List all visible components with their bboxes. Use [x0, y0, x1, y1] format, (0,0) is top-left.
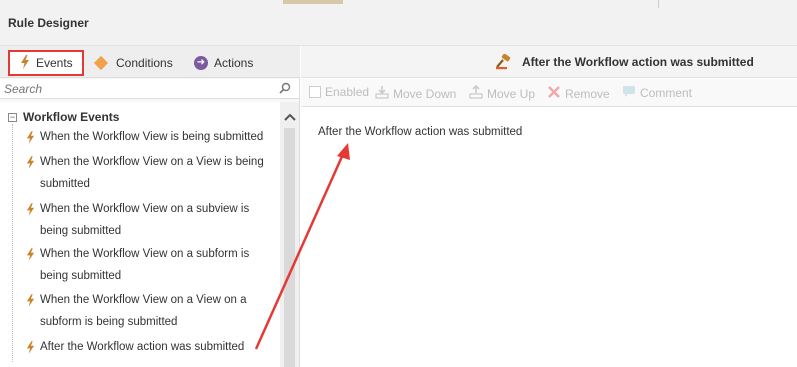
rule-title: After the Workflow action was submitted	[522, 55, 754, 69]
lightning-icon	[26, 151, 40, 195]
move-up-button[interactable]: Move Up	[469, 84, 536, 102]
scrollbar-thumb[interactable]	[284, 128, 295, 367]
title-bar-divider	[658, 0, 659, 8]
move-down-button[interactable]: Move Down	[375, 85, 456, 102]
events-tree: − Workflow Events When the Workflow View…	[0, 102, 280, 367]
lightning-icon	[26, 243, 40, 287]
tree-guide-line	[12, 124, 13, 362]
tree-group-label: Workflow Events	[23, 110, 120, 124]
search-icon[interactable]	[279, 82, 291, 94]
right-pane: After the Workflow action was submitted …	[301, 46, 797, 367]
arrow-circle-icon: ➜	[194, 56, 208, 70]
tab-events-label: Events	[36, 56, 73, 70]
lightning-icon	[26, 126, 40, 152]
lightning-icon	[20, 54, 30, 72]
tree-item-line2: being submitted	[40, 225, 122, 237]
tree-item-line2: being submitted	[40, 270, 122, 282]
tree-item-line1: When the Workflow View on a View on a	[40, 294, 247, 306]
tree-item-line1: When the Workflow View on a View is bein…	[40, 156, 264, 168]
tab-actions[interactable]: ➜ Actions	[194, 50, 253, 76]
search-input[interactable]	[4, 81, 274, 97]
comment-label: Comment	[640, 86, 693, 100]
move-down-icon	[375, 85, 389, 102]
tree-item-line2: subform is being submitted	[40, 316, 178, 328]
tree-item-label: When the Workflow View is being submitte…	[40, 131, 264, 143]
remove-label: Remove	[565, 86, 610, 101]
rule-header: After the Workflow action was submitted	[301, 46, 797, 78]
tree-group-workflow-events[interactable]: − Workflow Events	[8, 110, 119, 124]
lightning-icon	[26, 289, 40, 333]
tree-item-label: When the Workflow View on a View on a su…	[40, 289, 246, 333]
window-title: Rule Designer	[8, 16, 89, 30]
tree-scrollbar[interactable]	[280, 102, 299, 367]
gavel-icon	[495, 53, 513, 73]
tree-item-label: When the Workflow View on a View is bein…	[40, 151, 264, 195]
diamond-icon	[93, 55, 109, 71]
tree-item-line1: When the Workflow View on a subview is	[40, 203, 250, 215]
rule-toolbar: Enabled Move Down Move Up Remove Comment	[301, 79, 797, 107]
tree-item[interactable]: When the Workflow View on a subview is b…	[26, 198, 271, 242]
remove-icon	[547, 85, 561, 102]
chevron-up-icon[interactable]	[284, 110, 296, 124]
move-up-label: Move Up	[487, 86, 536, 101]
tree-item-label: After the Workflow action was submitted	[40, 341, 245, 353]
checkbox-box[interactable]	[309, 86, 321, 98]
tab-conditions[interactable]: Conditions	[93, 50, 173, 76]
tree-item-selected[interactable]: After the Workflow action was submitted	[26, 336, 271, 362]
tab-actions-label: Actions	[214, 56, 254, 70]
enabled-label: Enabled	[325, 85, 370, 99]
rule-content-text[interactable]: After the Workflow action was submitted	[318, 126, 522, 138]
search-bar	[0, 79, 299, 99]
tab-events[interactable]: Events	[8, 50, 84, 76]
lightning-icon	[26, 198, 40, 242]
tree-item[interactable]: When the Workflow View on a View is bein…	[26, 151, 271, 195]
tree-item[interactable]: When the Workflow View on a View on a su…	[26, 289, 271, 333]
lightning-icon	[26, 336, 40, 362]
tree-item-line2: submitted	[40, 178, 90, 190]
tree-item-line1: When the Workflow View on a subform is	[40, 248, 250, 260]
tree-item-label: When the Workflow View on a subform is b…	[40, 243, 249, 287]
remove-button[interactable]: Remove	[547, 85, 610, 102]
tree-item[interactable]: When the Workflow View on a subform is b…	[26, 243, 271, 287]
title-bar: Rule Designer	[0, 0, 797, 46]
move-down-label: Move Down	[393, 86, 457, 101]
tree-item[interactable]: When the Workflow View is being submitte…	[26, 126, 271, 152]
comment-icon	[622, 85, 636, 101]
enabled-checkbox[interactable]: Enabled	[309, 85, 369, 99]
title-bar-decoration	[283, 0, 343, 4]
tab-conditions-label: Conditions	[116, 56, 173, 70]
comment-button[interactable]: Comment	[622, 85, 692, 101]
tab-bar: Events Conditions ➜ Actions	[0, 46, 300, 78]
collapse-icon[interactable]: −	[8, 112, 17, 122]
tree-item-label: When the Workflow View on a subview is b…	[40, 198, 249, 242]
move-up-icon	[469, 84, 483, 102]
left-pane: Events Conditions ➜ Actions − Workflow E…	[0, 46, 300, 367]
